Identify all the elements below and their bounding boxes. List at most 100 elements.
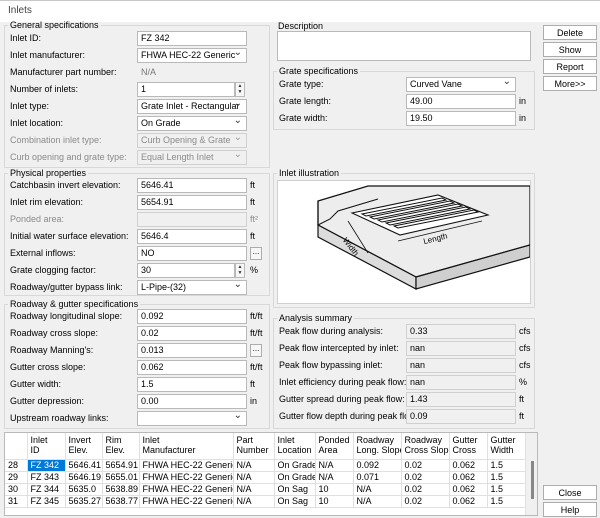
inlets-table-container[interactable]: Inlet ID Invert Elev. Rim Elev. Inlet Manuf…	[4, 432, 538, 516]
table-cell[interactable]: 0.062	[449, 471, 488, 484]
table-row[interactable]: 31 FZ 345 5635.27 5638.77 FHWA HEC-22 Generi…	[5, 495, 526, 508]
table-cell[interactable]: N/A	[315, 471, 354, 484]
report-button[interactable]: Report	[543, 59, 597, 74]
show-button[interactable]: Show	[543, 42, 597, 57]
table-cell[interactable]: 5635.0	[65, 483, 103, 496]
spin-down-icon[interactable]: ▼	[236, 89, 244, 95]
table-cell[interactable]: On Grade	[274, 459, 316, 472]
table-cell[interactable]: FZ 345	[27, 495, 66, 508]
table-cell[interactable]: N/A	[233, 495, 275, 508]
column-header[interactable]: Invert Elev.	[65, 433, 103, 460]
inlet-id-input[interactable]: FZ 342	[137, 31, 247, 46]
rim-elevation-input[interactable]: 5654.91	[137, 195, 247, 210]
table-cell[interactable]: 0.062	[449, 495, 488, 508]
invert-elevation-input[interactable]: 5646.41	[137, 178, 247, 193]
column-header[interactable]: Part Number	[233, 433, 275, 460]
long-slope-input[interactable]: 0.092	[137, 309, 247, 324]
table-cell[interactable]: FHWA HEC-22 Generic	[139, 495, 234, 508]
initial-water-surface-input[interactable]: 5646.4	[137, 229, 247, 244]
delete-button[interactable]: Delete	[543, 25, 597, 40]
column-header[interactable]: Roadway Long. Slope	[353, 433, 402, 460]
table-cell[interactable]: 5646.41	[65, 459, 103, 472]
external-inflows-input[interactable]: NO	[137, 246, 247, 261]
column-header[interactable]: Inlet ID	[27, 433, 66, 460]
inlet-location-select[interactable]: On Grade	[137, 116, 247, 131]
column-header[interactable]: Ponded Area	[315, 433, 354, 460]
table-cell[interactable]: 5638.77	[102, 495, 140, 508]
column-header[interactable]	[5, 433, 28, 460]
clogging-factor-input[interactable]: 30	[137, 263, 235, 278]
table-cell[interactable]: 5638.89	[102, 483, 140, 496]
table-cell[interactable]: 10	[315, 495, 354, 508]
table-cell[interactable]: 0.02	[401, 483, 450, 496]
column-header[interactable]: Gutter Cross	[449, 433, 488, 460]
table-cell[interactable]: 5646.19	[65, 471, 103, 484]
table-cell[interactable]: 1.5	[487, 471, 526, 484]
upstream-links-select[interactable]	[137, 411, 247, 426]
table-cell[interactable]: FHWA HEC-22 Generic	[139, 483, 234, 496]
manning-ellipsis-button[interactable]: ...	[250, 344, 262, 357]
table-cell[interactable]: N/A	[353, 483, 402, 496]
grate-type-select[interactable]: Curved Vane	[406, 77, 516, 92]
external-inflows-ellipsis-button[interactable]: ...	[250, 247, 262, 260]
table-cell[interactable]: On Grade	[274, 471, 316, 484]
table-cell[interactable]: FZ 342	[27, 459, 66, 472]
table-cell[interactable]: FZ 344	[27, 483, 66, 496]
gutter-width-input[interactable]: 1.5	[137, 377, 247, 392]
table-cell[interactable]: 0.02	[401, 459, 450, 472]
scrollbar-thumb[interactable]	[531, 461, 534, 499]
table-cell[interactable]: N/A	[233, 483, 275, 496]
table-cell[interactable]: 5635.27	[65, 495, 103, 508]
clogging-factor-spinner[interactable]: ▲ ▼	[235, 263, 245, 278]
inlet-manufacturer-select[interactable]: FHWA HEC-22 Generic	[137, 48, 247, 63]
table-cell[interactable]: 5654.91	[102, 459, 140, 472]
table-cell[interactable]: 0.092	[353, 459, 402, 472]
table-row[interactable]: 30 FZ 344 5635.0 5638.89 FHWA HEC-22 Generic…	[5, 483, 526, 496]
table-cell[interactable]: N/A	[315, 459, 354, 472]
grate-length-input[interactable]: 49.00	[406, 94, 516, 109]
table-cell[interactable]: 0.02	[401, 471, 450, 484]
help-button[interactable]: Help	[543, 502, 597, 517]
spin-down-icon[interactable]: ▼	[236, 270, 244, 276]
table-cell[interactable]: On Sag	[274, 483, 316, 496]
inlet-type-select[interactable]: Grate Inlet - Rectangular	[137, 99, 247, 114]
more-button[interactable]: More>>	[543, 76, 597, 91]
table-cell[interactable]: 0.02	[401, 495, 450, 508]
table-cell[interactable]: 0.062	[449, 459, 488, 472]
table-cell[interactable]: On Sag	[274, 495, 316, 508]
column-header[interactable]: Inlet Manufacturer	[139, 433, 234, 460]
table-cell[interactable]: N/A	[233, 459, 275, 472]
row-number-cell[interactable]: 31	[5, 495, 28, 508]
table-cell[interactable]: N/A	[353, 495, 402, 508]
column-header[interactable]: Gutter Width	[487, 433, 526, 460]
table-cell[interactable]: 0.062	[449, 483, 488, 496]
close-button[interactable]: Close	[543, 485, 597, 500]
row-number-cell[interactable]: 28	[5, 459, 28, 472]
cross-slope-input[interactable]: 0.02	[137, 326, 247, 341]
table-scrollbar[interactable]	[525, 433, 537, 515]
table-cell[interactable]: FHWA HEC-22 Generic	[139, 459, 234, 472]
table-cell[interactable]: 0.071	[353, 471, 402, 484]
table-cell[interactable]: 1.5	[487, 459, 526, 472]
bypass-link-select[interactable]: L-Pipe-(32)	[137, 280, 247, 295]
description-textarea[interactable]	[277, 31, 531, 61]
table-cell[interactable]: FZ 343	[27, 471, 66, 484]
column-header[interactable]: Inlet Location	[274, 433, 316, 460]
column-header[interactable]: Rim Elev.	[102, 433, 140, 460]
row-number-cell[interactable]: 29	[5, 471, 28, 484]
manning-input[interactable]: 0.013	[137, 343, 247, 358]
grate-width-input[interactable]: 19.50	[406, 111, 516, 126]
table-cell[interactable]: 10	[315, 483, 354, 496]
table-cell[interactable]: N/A	[233, 471, 275, 484]
row-number-cell[interactable]: 30	[5, 483, 28, 496]
table-row[interactable]: 29 FZ 343 5646.19 5655.01 FHWA HEC-22 Generi…	[5, 471, 526, 484]
num-inlets-spinner[interactable]: ▲ ▼	[235, 82, 245, 97]
table-row[interactable]: 28FZ 3425646.415654.91FHWA HEC-22 Generi…	[5, 459, 526, 472]
table-cell[interactable]: FHWA HEC-22 Generic	[139, 471, 234, 484]
table-cell[interactable]: 5655.01	[102, 471, 140, 484]
gutter-cross-slope-input[interactable]: 0.062	[137, 360, 247, 375]
table-cell[interactable]: 1.5	[487, 483, 526, 496]
table-cell[interactable]: 1.5	[487, 495, 526, 508]
num-inlets-input[interactable]: 1	[137, 82, 235, 97]
column-header[interactable]: Roadway Cross Slope	[401, 433, 450, 460]
